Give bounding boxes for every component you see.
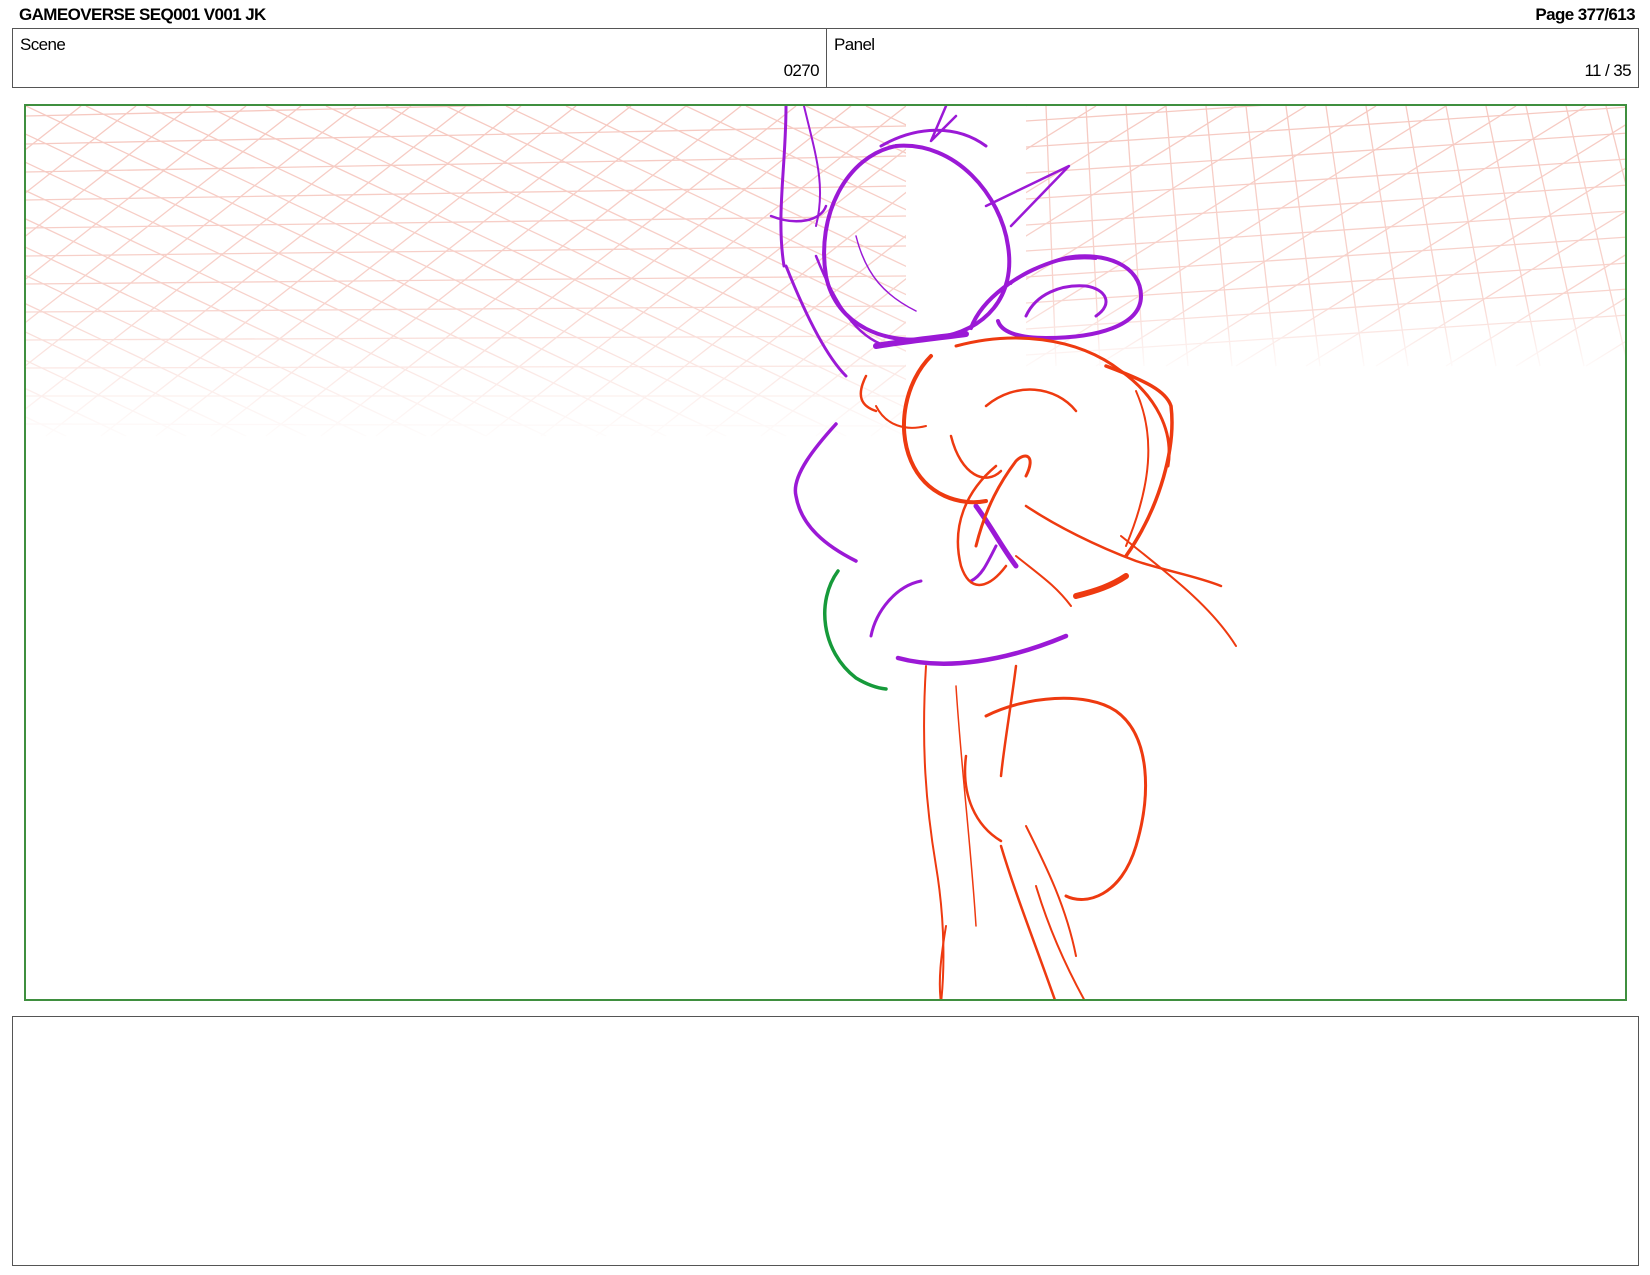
storyboard-frame	[24, 104, 1627, 1001]
panel-number: 11 / 35	[1584, 61, 1631, 80]
panel-label: Panel	[834, 35, 875, 54]
scene-number: 0270	[783, 61, 820, 80]
panel-field: Panel 11 / 35	[826, 28, 1639, 88]
notes-area	[12, 1016, 1639, 1266]
document-title: GAMEOVERSE SEQ001 V001 JK	[19, 5, 266, 24]
scene-field: Scene 0270	[12, 28, 827, 88]
red-character-sketch	[859, 336, 1237, 999]
storyboard-sketch	[26, 106, 1625, 999]
green-accent-sketch	[823, 569, 888, 691]
page-number: Page 377/613	[1535, 5, 1635, 24]
scene-label: Scene	[20, 35, 66, 54]
